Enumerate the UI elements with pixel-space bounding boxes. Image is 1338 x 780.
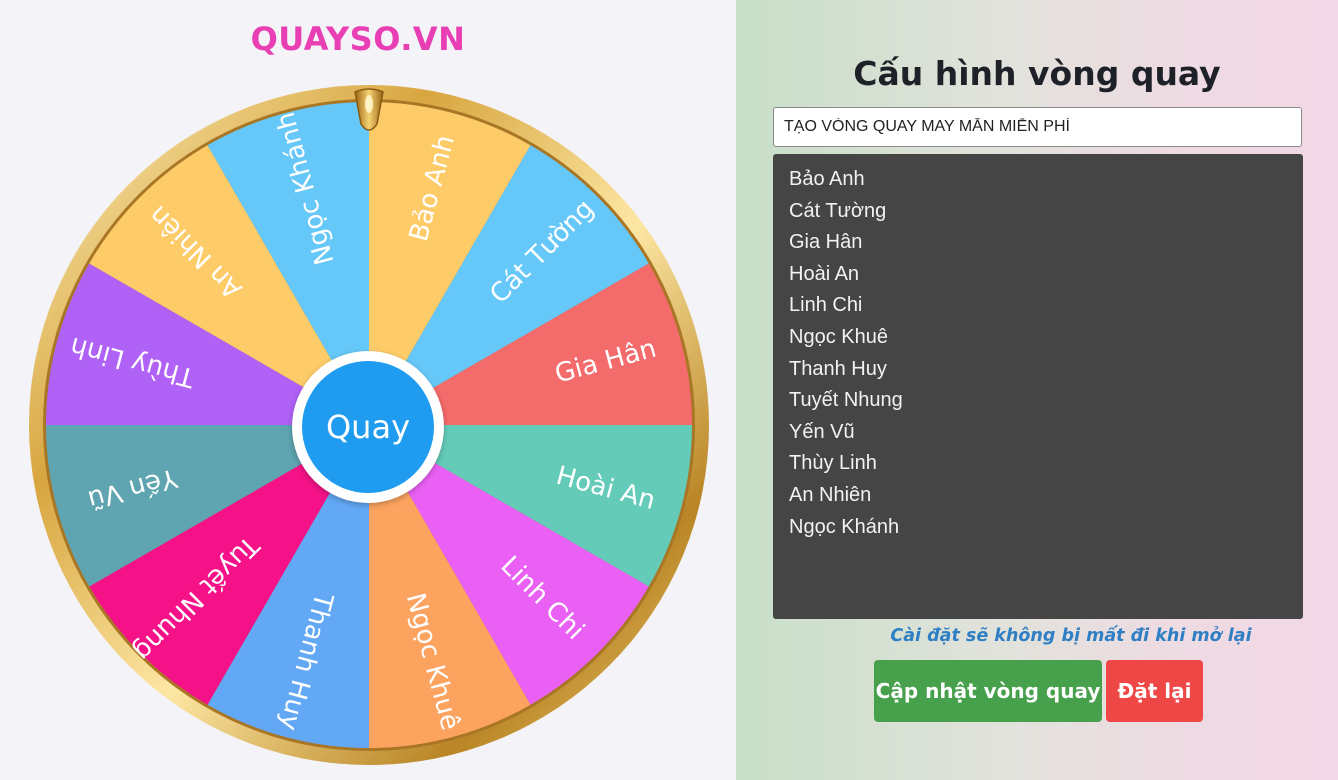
name-entry: Ngọc Khuê bbox=[789, 325, 888, 348]
update-wheel-button[interactable]: Cập nhật vòng quay bbox=[874, 660, 1102, 722]
name-entry: Hoài An bbox=[789, 262, 860, 285]
wheel-title-input[interactable] bbox=[773, 107, 1302, 147]
names-textarea[interactable]: Bảo Anh Cát Tường Gia Hân Hoài An Linh Chi Ng… bbox=[773, 154, 1303, 619]
name-entry: Cát Tường bbox=[789, 199, 887, 222]
name-entry: Yến Vũ bbox=[789, 420, 855, 443]
name-entry: Ngọc Khánh bbox=[789, 515, 900, 538]
name-entry: An Nhiên bbox=[789, 483, 872, 506]
config-panel: Cấu hình vòng quay Bảo Anh Cát Tường Gia H… bbox=[736, 0, 1338, 780]
name-entry: Tuyết Nhung bbox=[789, 389, 903, 412]
spin-button-label[interactable]: Quay bbox=[302, 361, 434, 493]
spin-button[interactable]: Quay bbox=[292, 351, 444, 503]
name-entry: Gia Hân bbox=[789, 231, 863, 254]
name-entry: Linh Chi bbox=[789, 294, 863, 317]
config-title: Cấu hình vòng quay bbox=[853, 54, 1221, 93]
name-entry: Thùy Linh bbox=[789, 452, 877, 475]
persistence-note: Cài đặt sẽ không bị mất đi khi mở lại bbox=[890, 626, 1252, 646]
wheel-panel: QUAYSO.VN Bảo Anh Cát Tường Gia Hân Hoài An… bbox=[0, 0, 736, 780]
name-entry: Thanh Huy bbox=[789, 357, 887, 380]
reset-button[interactable]: Đặt lại bbox=[1106, 660, 1203, 722]
name-entry: Bảo Anh bbox=[789, 168, 865, 190]
